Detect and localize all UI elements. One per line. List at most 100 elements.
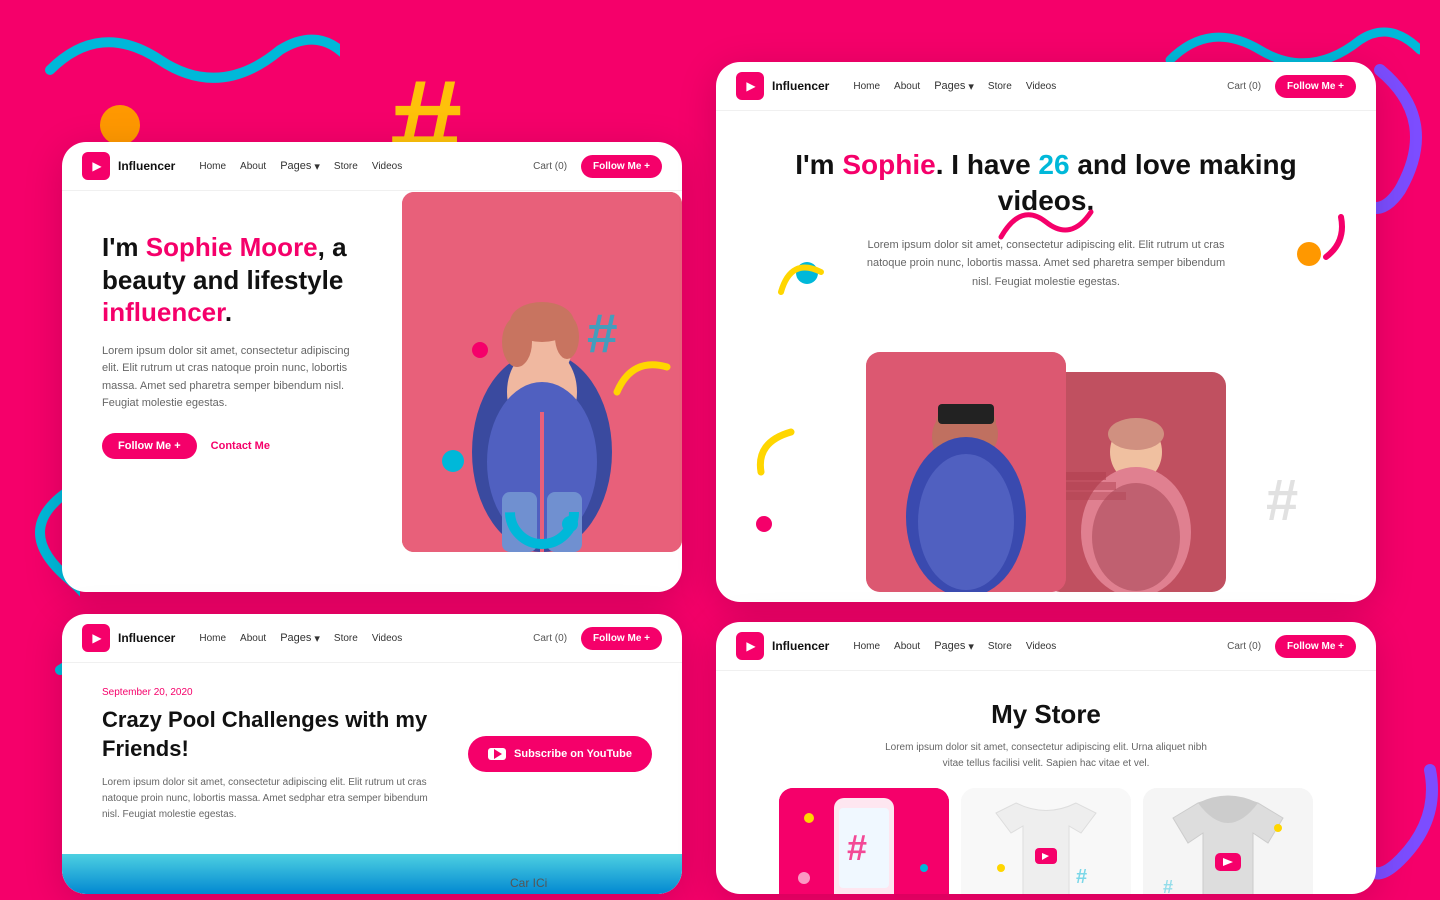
- logo-icon-card2: [736, 72, 764, 100]
- nav-store-card4[interactable]: Store: [988, 641, 1012, 652]
- product-tshirt[interactable]: #: [961, 788, 1131, 894]
- hashtag-card2-small: #: [1266, 462, 1336, 522]
- svg-text:#: #: [587, 302, 618, 357]
- nav-home-card4[interactable]: Home: [853, 641, 880, 652]
- nav-store-card1[interactable]: Store: [334, 161, 358, 172]
- nav-right-card3: Cart (0) Follow Me +: [533, 627, 662, 650]
- nav-store-card3[interactable]: Store: [334, 633, 358, 644]
- play-triangle: [494, 749, 502, 759]
- brand-name-card1: Influencer: [118, 159, 175, 173]
- pool-strip-card3: [62, 854, 682, 894]
- follow-me-btn-card1[interactable]: Follow Me +: [102, 433, 197, 459]
- card-blog-left: Influencer Home About Pages▾ Store Video…: [62, 614, 682, 894]
- svg-text:#: #: [1266, 468, 1298, 522]
- logo-card1: Influencer: [82, 152, 175, 180]
- hoodie-svg: #: [1143, 788, 1313, 894]
- store-title-card4: My Store: [756, 699, 1336, 730]
- nav-home-card2[interactable]: Home: [853, 81, 880, 92]
- store-content-card4: My Store Lorem ipsum dolor sit amet, con…: [716, 671, 1376, 894]
- pink-dot-card2: [756, 516, 772, 532]
- contact-me-btn-card1[interactable]: Contact Me: [211, 440, 270, 452]
- nav-about-card2[interactable]: About: [894, 81, 920, 92]
- pink-arc-card2: [1296, 212, 1346, 262]
- yellow-arc-card2: [751, 422, 811, 482]
- hero-btns-card1: Follow Me + Contact Me: [102, 433, 362, 459]
- logo-icon-card4: [736, 632, 764, 660]
- hero-title-card1: I'm Sophie Moore, a beauty and lifestyle…: [102, 231, 362, 329]
- cart-label-card3[interactable]: Cart (0): [533, 633, 567, 644]
- card-hero-left: Influencer Home About Pages ▾ Store Vide…: [62, 142, 682, 592]
- nav-about-card1[interactable]: About: [240, 161, 266, 172]
- yellow-dash-card1: [612, 352, 672, 402]
- person-svg2-card2: [1046, 372, 1226, 592]
- blog-content-card3: September 20, 2020 Crazy Pool Challenges…: [62, 663, 482, 847]
- blog-desc-card3: Lorem ipsum dolor sit amet, consectetur …: [102, 775, 442, 823]
- svg-text:#: #: [1076, 866, 1087, 888]
- nav-links-card1: Home About Pages ▾ Store Videos: [199, 160, 533, 173]
- logo-card2: Influencer: [736, 72, 829, 100]
- follow-btn-card1[interactable]: Follow Me +: [581, 155, 662, 178]
- store-desc-card4: Lorem ipsum dolor sit amet, consectetur …: [876, 740, 1216, 772]
- nav-videos-card2[interactable]: Videos: [1026, 81, 1056, 92]
- svg-text:#: #: [1163, 877, 1173, 894]
- navbar-card2: Influencer Home About Pages▾ Store Video…: [716, 62, 1376, 111]
- hero-content-card1: I'm Sophie Moore, a beauty and lifestyle…: [62, 191, 402, 459]
- navbar-card1: Influencer Home About Pages ▾ Store Vide…: [62, 142, 682, 191]
- svg-text:#: #: [847, 827, 867, 868]
- cart-label-card2[interactable]: Cart (0): [1227, 81, 1261, 92]
- phone-case-svg: #: [779, 788, 949, 894]
- nav-home-card3[interactable]: Home: [199, 633, 226, 644]
- cyan-arc-card1: [502, 472, 582, 552]
- orange-circle-decor: [100, 105, 140, 145]
- follow-btn-card4[interactable]: Follow Me +: [1275, 635, 1356, 658]
- nav-pages-card2[interactable]: Pages▾: [934, 80, 974, 93]
- nav-links-card2: Home About Pages▾ Store Videos: [853, 80, 1227, 93]
- tshirt-svg: #: [961, 788, 1131, 894]
- ci-label: Car ICi: [510, 876, 547, 890]
- products-grid-card4: # #: [756, 788, 1336, 894]
- nav-home-card1[interactable]: Home: [199, 161, 226, 172]
- hero-img-right-card2: [1046, 372, 1226, 592]
- hero-desc-card1: Lorem ipsum dolor sit amet, consectetur …: [102, 343, 362, 413]
- bg-wave-top-left: [40, 10, 340, 110]
- nav-store-card2[interactable]: Store: [988, 81, 1012, 92]
- cart-label-card4[interactable]: Cart (0): [1227, 641, 1261, 652]
- nav-links-card4: Home About Pages▾ Store Videos: [853, 640, 1227, 653]
- nav-about-card3[interactable]: About: [240, 633, 266, 644]
- logo-icon-card1: [82, 152, 110, 180]
- duo-images-card2: [866, 352, 1226, 592]
- nav-right-card4: Cart (0) Follow Me +: [1227, 635, 1356, 658]
- navbar-card3: Influencer Home About Pages▾ Store Video…: [62, 614, 682, 663]
- logo-icon-card3: [82, 624, 110, 652]
- hero-img-left-card2: [866, 352, 1066, 592]
- yellow-wave-card2: [776, 252, 826, 302]
- nav-about-card4[interactable]: About: [894, 641, 920, 652]
- logo-card3: Influencer: [82, 624, 175, 652]
- blog-title-card3: Crazy Pool Challenges with my Friends!: [102, 706, 442, 763]
- brand-name-card3: Influencer: [118, 631, 175, 645]
- hashtag-card1-small: #: [582, 297, 682, 357]
- nav-videos-card3[interactable]: Videos: [372, 633, 402, 644]
- nav-right-card1: Cart (0) Follow Me +: [533, 155, 662, 178]
- follow-btn-card3[interactable]: Follow Me +: [581, 627, 662, 650]
- person-svg1-card2: [866, 352, 1066, 592]
- follow-btn-card2[interactable]: Follow Me +: [1275, 75, 1356, 98]
- card-hero-right: Influencer Home About Pages▾ Store Video…: [716, 62, 1376, 602]
- nav-videos-card1[interactable]: Videos: [372, 161, 402, 172]
- brand-name-card2: Influencer: [772, 79, 829, 93]
- nav-videos-card4[interactable]: Videos: [1026, 641, 1056, 652]
- product-phone-case[interactable]: #: [779, 788, 949, 894]
- product-hoodie[interactable]: #: [1143, 788, 1313, 894]
- nav-pages-card4[interactable]: Pages▾: [934, 640, 974, 653]
- squiggle-card2: [996, 197, 1096, 247]
- nav-pages-card1[interactable]: Pages ▾: [280, 160, 320, 173]
- navbar-card4: Influencer Home About Pages▾ Store Video…: [716, 622, 1376, 671]
- brand-name-card4: Influencer: [772, 639, 829, 653]
- logo-card4: Influencer: [736, 632, 829, 660]
- card-store-right: Influencer Home About Pages▾ Store Video…: [716, 622, 1376, 894]
- youtube-icon: [488, 748, 506, 760]
- nav-pages-card3[interactable]: Pages▾: [280, 632, 320, 645]
- nav-right-card2: Cart (0) Follow Me +: [1227, 75, 1356, 98]
- cart-label-card1[interactable]: Cart (0): [533, 161, 567, 172]
- subscribe-btn-card3[interactable]: Subscribe on YouTube: [468, 736, 652, 772]
